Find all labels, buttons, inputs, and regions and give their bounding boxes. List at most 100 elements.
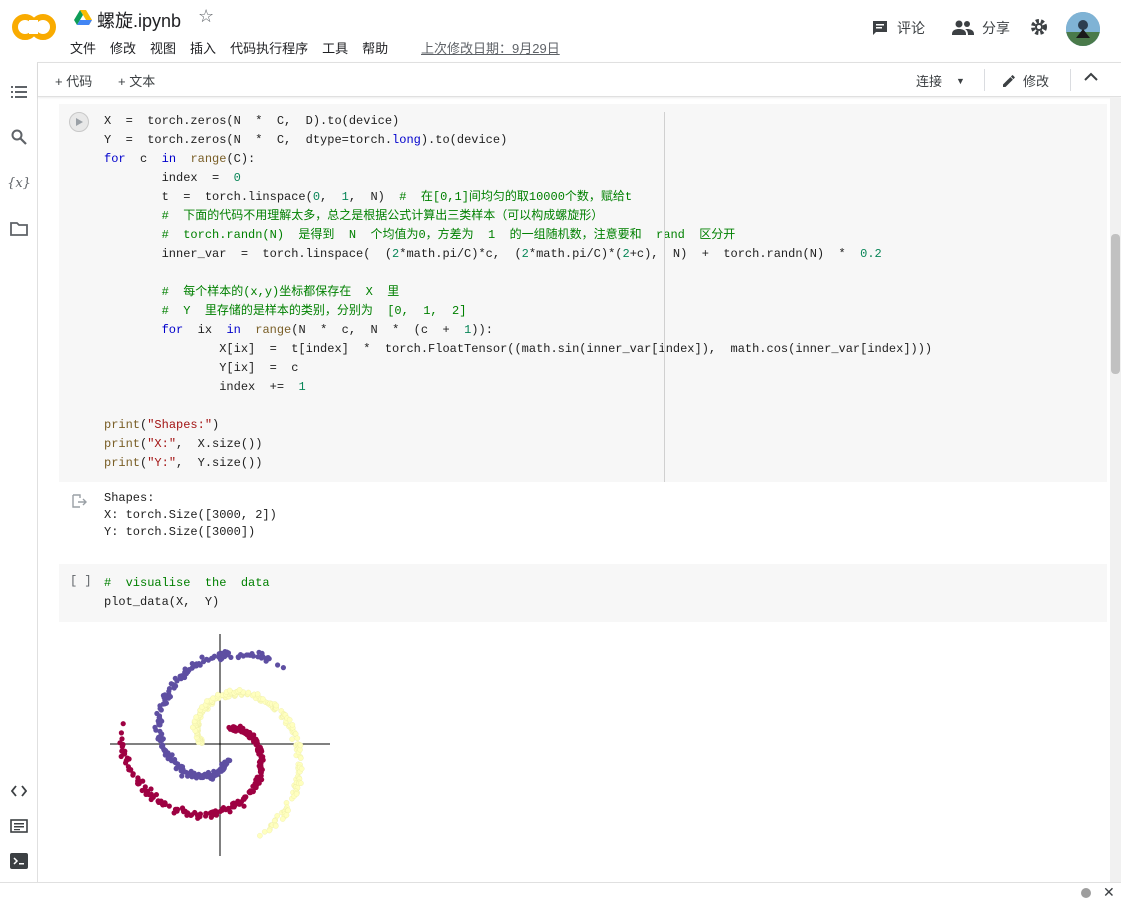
- data-point: [184, 812, 190, 818]
- data-point: [159, 743, 165, 749]
- command-palette-icon[interactable]: [9, 816, 29, 836]
- data-point: [227, 809, 233, 815]
- data-point: [226, 687, 233, 694]
- data-point: [265, 655, 271, 661]
- code-line: Y = torch.zeros(N * C, dtype=torch.long)…: [104, 133, 508, 147]
- menu-view[interactable]: 视图: [150, 38, 176, 57]
- menu-insert[interactable]: 插入: [190, 38, 216, 57]
- code-cell[interactable]: X = torch.zeros(N * C, D).to(device) Y = …: [59, 104, 1107, 482]
- data-point: [294, 735, 301, 741]
- data-point: [189, 661, 195, 667]
- data-point: [293, 791, 300, 797]
- menu-file[interactable]: 文件: [70, 38, 96, 57]
- search-icon[interactable]: [9, 127, 29, 147]
- share-button[interactable]: 分享: [952, 18, 1010, 38]
- data-point: [155, 736, 161, 742]
- data-point: [199, 654, 205, 660]
- output-line: X: torch.Size([3000, 2]): [104, 508, 277, 522]
- data-point: [236, 687, 243, 693]
- data-point: [286, 717, 293, 723]
- folder-icon[interactable]: [9, 219, 29, 239]
- data-point: [266, 827, 273, 834]
- data-point: [203, 813, 209, 819]
- drive-icon[interactable]: [74, 10, 92, 26]
- data-point: [279, 816, 286, 822]
- edit-button[interactable]: 修改: [1001, 71, 1049, 90]
- code-cell[interactable]: [ ] # visualise the data plot_data(X, Y): [59, 564, 1107, 622]
- code-line: plot_data(X, Y): [104, 595, 220, 609]
- avatar[interactable]: [1066, 12, 1100, 46]
- notebook-title[interactable]: 螺旋.ipynb: [97, 7, 181, 33]
- data-point: [297, 742, 304, 749]
- collapse-button[interactable]: [1084, 72, 1098, 82]
- scrollbar[interactable]: [1110, 98, 1121, 882]
- data-point: [160, 692, 166, 699]
- code-line: X[ix] = t[index] * torch.FloatTensor((ma…: [104, 342, 933, 356]
- menu-bar: 文件 修改 视图 插入 代码执行程序 工具 帮助: [70, 38, 388, 57]
- data-point: [204, 698, 210, 704]
- data-point: [204, 656, 210, 662]
- menu-edit[interactable]: 修改: [110, 38, 136, 57]
- output-line: Y: torch.Size([3000]): [104, 525, 256, 539]
- data-point: [177, 673, 183, 679]
- code-editor[interactable]: X = torch.zeros(N * C, D).to(device) Y = …: [104, 112, 932, 473]
- code-line: # visualise the data: [104, 576, 270, 590]
- data-point: [298, 780, 304, 786]
- data-point: [157, 703, 163, 709]
- data-point: [135, 780, 141, 787]
- data-point: [215, 691, 221, 698]
- last-edit-link[interactable]: 上次修改日期：9月29日: [421, 38, 560, 57]
- data-point: [259, 650, 265, 656]
- share-label: 分享: [982, 20, 1010, 36]
- people-icon: [952, 20, 974, 35]
- data-point: [185, 773, 191, 779]
- data-point: [257, 832, 263, 839]
- status-indicator[interactable]: [1081, 888, 1091, 898]
- scrollbar-thumb[interactable]: [1111, 234, 1120, 374]
- data-point: [118, 753, 124, 760]
- data-point: [211, 653, 218, 659]
- header: 螺旋.ipynb ☆ 文件 修改 视图 插入 代码执行程序 工具 帮助 上次修改…: [0, 0, 1121, 62]
- add-code-button[interactable]: + 代码: [55, 71, 92, 90]
- terminal-icon[interactable]: [9, 851, 29, 871]
- star-icon[interactable]: ☆: [198, 6, 214, 27]
- data-point: [236, 801, 242, 807]
- code-snippets-icon[interactable]: [9, 781, 29, 801]
- code-editor[interactable]: # visualise the data plot_data(X, Y): [104, 574, 270, 612]
- menu-help[interactable]: 帮助: [362, 38, 388, 57]
- add-text-button[interactable]: + 文本: [118, 71, 155, 90]
- variables-icon[interactable]: {x}: [7, 173, 31, 193]
- toc-icon[interactable]: [9, 82, 29, 102]
- series-class-1: [152, 649, 286, 782]
- menu-runtime[interactable]: 代码执行程序: [230, 38, 308, 57]
- data-point: [209, 776, 216, 782]
- menu-tools[interactable]: 工具: [322, 38, 348, 57]
- close-icon[interactable]: ✕: [1103, 884, 1115, 901]
- data-point: [126, 767, 132, 773]
- code-line: # 每个样本的(x,y)坐标都保存在 X 里: [161, 285, 400, 299]
- run-cell-button[interactable]: [69, 112, 89, 132]
- code-line: for ix in range(N * c, N * (c + 1)):: [161, 323, 493, 337]
- data-point: [172, 675, 178, 681]
- data-point: [118, 730, 124, 736]
- toolbar-divider: [1070, 69, 1071, 91]
- code-line: index = 0: [104, 171, 241, 185]
- data-point: [154, 710, 160, 717]
- comment-button[interactable]: 评论: [871, 18, 925, 38]
- data-point: [139, 787, 145, 794]
- connect-button[interactable]: 连接 ▼: [916, 71, 965, 90]
- colab-logo[interactable]: [12, 10, 56, 44]
- code-line: print("X:", X.size()): [104, 437, 263, 451]
- data-point: [193, 714, 199, 720]
- output-icon[interactable]: [72, 494, 88, 508]
- code-line: t = torch.linspace(0, 1, N) # 在[0,1]间均匀的…: [104, 190, 633, 204]
- settings-button[interactable]: [1030, 18, 1048, 36]
- data-point: [289, 722, 296, 728]
- data-point: [182, 666, 188, 672]
- data-point: [152, 724, 158, 730]
- notebook-toolbar: + 代码 + 文本 连接 ▼ 修改: [38, 62, 1121, 97]
- connect-label: 连接: [916, 74, 943, 89]
- data-point: [208, 814, 214, 820]
- code-line: print("Y:", Y.size()): [104, 456, 263, 470]
- data-point: [179, 773, 185, 779]
